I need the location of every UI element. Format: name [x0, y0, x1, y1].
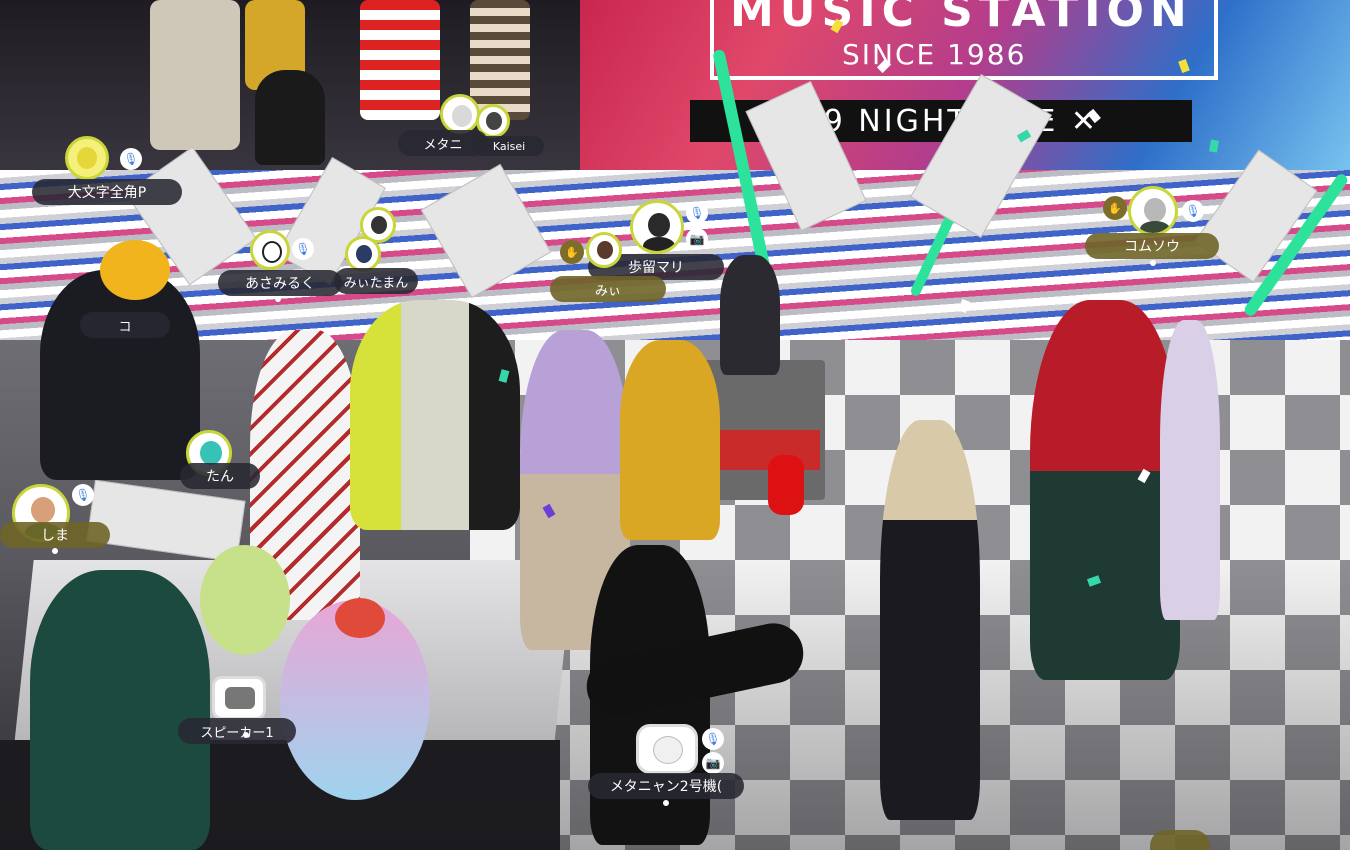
avatar-green-hoodie [350, 300, 520, 530]
position-dot [663, 800, 669, 806]
player-avatar-badge[interactable] [630, 200, 684, 254]
player-name: あさみるく [245, 276, 315, 292]
mic-muted-icon[interactable]: 🎙 [72, 484, 94, 506]
player-name: メタニ [423, 137, 463, 153]
player-avatar-badge[interactable] [636, 724, 698, 774]
player-avatar-badge[interactable] [65, 136, 109, 180]
octopus-hat [335, 598, 385, 638]
game-viewport[interactable]: MUSIC STATION SINCE 1986 ✕ 9 NIGHT LIVE … [0, 0, 1350, 850]
player-name: 歩留マリ [628, 260, 684, 276]
player-nameplate[interactable]: メタニャン2号機( [588, 773, 744, 799]
camera-icon[interactable]: 📷 [686, 228, 708, 250]
camera-icon[interactable]: 📷 [702, 752, 724, 774]
player-name: コムソウ [1124, 239, 1180, 255]
player-avatar-badge[interactable] [586, 232, 622, 268]
player-nameplate[interactable]: 大文字全角P [32, 179, 182, 205]
speaker-device-badge[interactable] [212, 676, 266, 720]
player-nameplate-offscreen[interactable] [1150, 830, 1210, 850]
player-avatar-badge[interactable] [440, 94, 480, 134]
player-name: みぃたまん [343, 275, 409, 291]
player-name: みぃ [594, 283, 621, 299]
position-dot [52, 548, 58, 554]
avatar-gallery-3 [360, 0, 440, 120]
avatar-crop-top [880, 420, 980, 820]
mic-muted-icon[interactable]: 🎙 [702, 728, 724, 750]
position-dot [275, 296, 281, 302]
avatar-varsity-jacket [1030, 300, 1180, 680]
player-avatar-badge[interactable] [1128, 186, 1178, 236]
avatar-gallery-1 [150, 0, 240, 150]
avatar-back-dark [720, 255, 780, 375]
player-nameplate[interactable]: しま [0, 522, 110, 548]
player-avatar-badge[interactable] [345, 236, 381, 272]
mic-muted-icon[interactable]: 🎙 [686, 202, 708, 224]
player-nameplate[interactable]: みぃたまん [334, 268, 418, 294]
player-name: メタニャン2号機( [609, 779, 723, 795]
avatar-green-sweater [30, 570, 210, 850]
player-nameplate[interactable]: みぃ [550, 276, 666, 302]
screen-since: SINCE 1986 [842, 38, 1027, 71]
player-nameplate[interactable]: スピーカー1 [178, 718, 296, 744]
player-nameplate[interactable]: Kaisei [474, 136, 544, 156]
clap-hands-icon: ✋ [560, 240, 584, 264]
avatar-black-suit [40, 270, 200, 480]
mic-muted-icon[interactable]: 🎙 [120, 148, 142, 170]
clap-hands-icon: ✋ [1103, 196, 1127, 220]
player-avatar-badge[interactable] [250, 230, 290, 270]
player-name: スピーカー1 [200, 725, 274, 741]
player-nameplate[interactable]: あさみるく [218, 270, 342, 296]
screen-title: MUSIC STATION [730, 0, 1193, 37]
player-name: コ [118, 319, 132, 335]
avatar-yellow-cap [100, 240, 170, 300]
player-name: Kaisei [492, 139, 526, 153]
avatar-ponytail [1160, 320, 1220, 620]
mic-muted-icon[interactable]: 🎙 [292, 238, 314, 260]
avatar-gallery-4 [470, 0, 530, 120]
red-lantern [768, 455, 804, 515]
avatar-yellow-hoodie [620, 340, 720, 540]
player-name: しま [41, 528, 69, 544]
player-name: 大文字全角P [67, 185, 147, 201]
position-dot [104, 205, 110, 211]
player-nameplate[interactable]: コムソウ [1085, 233, 1219, 259]
avatar-gallery-5 [255, 70, 325, 165]
player-nameplate[interactable]: コ [80, 312, 170, 338]
position-dot [1150, 260, 1156, 266]
mic-muted-icon[interactable]: 🎙 [1182, 200, 1204, 222]
player-name: たん [206, 469, 234, 485]
player-nameplate[interactable]: たん [180, 463, 260, 489]
position-dot [243, 732, 249, 738]
avatar-green-creature [200, 545, 290, 655]
